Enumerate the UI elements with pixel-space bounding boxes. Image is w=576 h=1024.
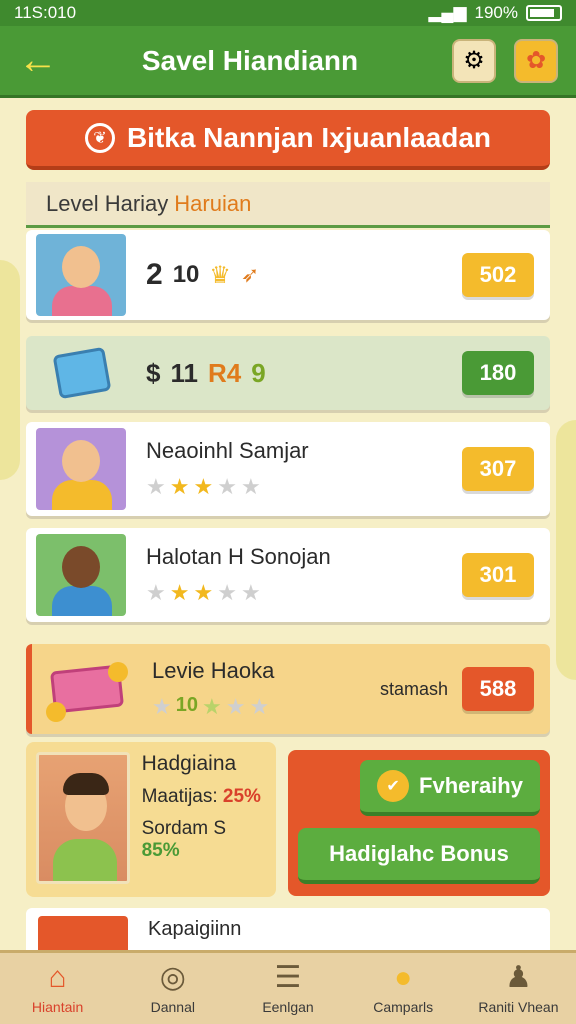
- star-icon: ★: [201, 694, 222, 719]
- bonus-label: Hadiglahc Bonus: [329, 841, 509, 866]
- gear-icon: ⚙: [463, 47, 485, 74]
- settings-button[interactable]: ⚙: [452, 38, 496, 83]
- level-number: 10: [175, 694, 198, 716]
- item-thumb: [38, 916, 128, 952]
- ticket-icon: [42, 648, 132, 730]
- home-icon: ⌂: [48, 960, 67, 994]
- stat-value: 25%: [222, 786, 261, 807]
- avatar: [36, 534, 126, 616]
- check-icon: ✔: [377, 770, 410, 802]
- star-icon: ★: [193, 474, 214, 499]
- avatar: [36, 428, 126, 510]
- row-value-b: 10: [172, 261, 200, 288]
- star-icon: ★: [225, 694, 246, 719]
- section-header: Level Hariay Haruian: [26, 182, 550, 228]
- star-rating: ★ ★ ★ ★ ★: [146, 580, 462, 606]
- list-item[interactable]: Neaoinhl Samjar ★ ★ ★ ★ ★ 307: [26, 422, 550, 516]
- bonus-button[interactable]: Hadiglahc Bonus: [298, 828, 540, 884]
- signal-icon: ▂▄▆: [428, 3, 467, 22]
- status-bar: 11S:010 ▂▄▆ 190%: [0, 0, 576, 26]
- avatar: [36, 234, 126, 316]
- dollar-icon: $: [146, 357, 161, 388]
- arrow-left-icon: ←: [18, 38, 58, 82]
- item-icon: [36, 341, 126, 405]
- event-banner[interactable]: ❦ Bitka Nannjan Ixjuanlaadan: [26, 110, 550, 170]
- score-badge: 180: [462, 351, 534, 395]
- list-item[interactable]: Halotan H Sonojan ★ ★ ★ ★ ★ 301: [26, 528, 550, 622]
- section-accent: Haruian: [174, 190, 252, 216]
- chat-icon: ●: [394, 960, 413, 994]
- leaf-icon: ❦: [84, 123, 115, 153]
- row-name: Kapaigiinn: [148, 917, 242, 940]
- primary-action-label: Fvheraihy: [419, 773, 523, 798]
- flower-icon: ✿: [525, 47, 547, 74]
- row-name: Halotan H Sonojan: [146, 544, 331, 569]
- row-value-a: 11: [170, 357, 198, 388]
- list-item[interactable]: Levie Haoka ★ 10 ★ ★ ★ stamash 588: [26, 644, 550, 734]
- score-badge: 588: [462, 667, 534, 711]
- stat-label: Sordam S: [141, 818, 227, 839]
- star-icon: ★: [146, 474, 166, 499]
- battery-percent: 190%: [474, 3, 518, 22]
- list-icon: ☰: [274, 960, 302, 994]
- star-icon: ★: [146, 580, 166, 605]
- player-avatar: [36, 752, 130, 884]
- nav-item-home[interactable]: ⌂ Hiantain: [0, 953, 115, 1024]
- list-item[interactable]: 2 10 ♛ ➶ 502: [26, 230, 550, 320]
- star-rating: ★ 10 ★ ★ ★: [152, 694, 380, 720]
- nav-item-chat[interactable]: ● Camparls: [346, 953, 461, 1024]
- stat-label: Maatijas:: [141, 786, 218, 807]
- nav-label: Eenlgan: [262, 998, 314, 1015]
- row-name: Levie Haoka: [152, 658, 275, 683]
- bg-blob-right: [556, 420, 576, 680]
- nav-item-disc[interactable]: ◎ Dannal: [115, 953, 230, 1024]
- star-rating: ★ ★ ★ ★ ★: [146, 474, 462, 500]
- nav-item-person[interactable]: ♟ Raniti Vhean: [461, 953, 576, 1024]
- bottom-nav: ⌂ Hiantain ◎ Dannal ☰ Eenlgan ● Camparls…: [0, 950, 576, 1024]
- nav-item-list[interactable]: ☰ Eenlgan: [230, 953, 345, 1024]
- nav-label: Hiantain: [31, 998, 84, 1015]
- star-icon: ★: [240, 474, 261, 499]
- score-badge: 502: [462, 253, 534, 297]
- person-icon: ♟: [504, 960, 532, 994]
- back-button[interactable]: ←: [8, 31, 68, 91]
- notifications-button[interactable]: ✿: [514, 38, 558, 83]
- nav-label: Camparls: [373, 998, 434, 1015]
- stat-value: 85%: [141, 840, 180, 861]
- status-time: 11S:010: [14, 3, 77, 22]
- banner-text: Bitka Nannjan Ixjuanlaadan: [126, 122, 492, 153]
- row-tag: stamash: [379, 678, 448, 699]
- row-value-b: R4: [207, 357, 242, 388]
- star-icon: ★: [169, 474, 190, 499]
- section-title: Level Hariay: [46, 190, 169, 216]
- row-value-a: 2: [146, 258, 163, 291]
- battery-icon: [526, 5, 562, 21]
- row-name: Neaoinhl Samjar: [146, 438, 309, 463]
- arrow-icon: ➶: [240, 262, 260, 287]
- bg-blob-left: [0, 260, 20, 480]
- star-icon: ★: [217, 580, 237, 605]
- list-item[interactable]: $ 11 R4 9 180: [26, 336, 550, 410]
- player-name: Hadgiaina: [141, 752, 237, 775]
- star-icon: ★: [193, 580, 214, 605]
- star-icon: ★: [249, 694, 270, 719]
- list-item[interactable]: Kapaigiinn: [26, 908, 550, 952]
- player-card[interactable]: Hadgiaina Maatijas: 25% Sordam S 85%: [26, 742, 276, 897]
- disc-icon: ◎: [159, 960, 186, 994]
- row-value-c: 9: [251, 357, 266, 388]
- crown-icon: ♛: [209, 261, 231, 289]
- star-icon: ★: [217, 474, 237, 499]
- score-badge: 307: [462, 447, 534, 491]
- action-panel: ✔ Fvheraihy Hadiglahc Bonus: [288, 750, 550, 896]
- page-title: Savel Hiandiann: [141, 44, 359, 76]
- nav-label: Raniti Vhean: [478, 998, 559, 1015]
- nav-label: Dannal: [150, 998, 195, 1015]
- score-badge: 301: [462, 553, 534, 597]
- star-icon: ★: [152, 694, 172, 719]
- primary-action-button[interactable]: ✔ Fvheraihy: [360, 760, 540, 816]
- star-icon: ★: [169, 580, 190, 605]
- app-bar: ← Savel Hiandiann ⚙ ✿: [0, 26, 576, 98]
- star-icon: ★: [240, 580, 261, 605]
